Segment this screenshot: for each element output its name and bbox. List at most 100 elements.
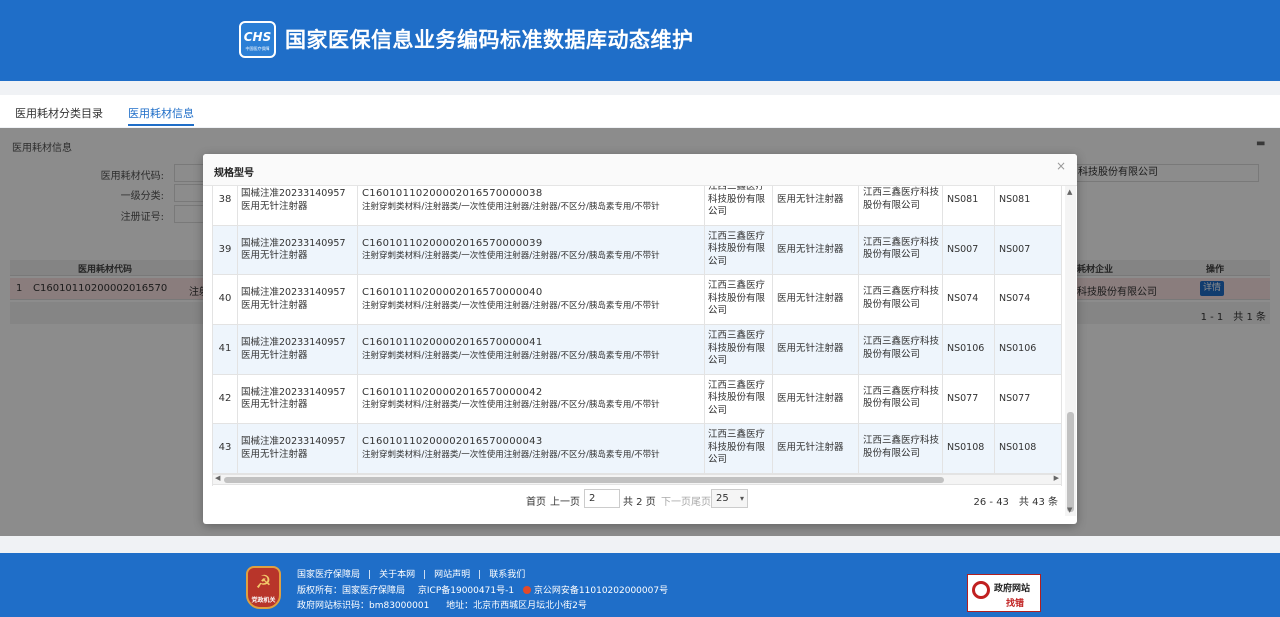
footer-link-nhsa[interactable]: 国家医疗保障局: [297, 570, 360, 580]
consumable-code-cell: C16010110200002016570000042 注射穿刺类材料/注射器类/…: [358, 374, 705, 424]
site-id-text: 政府网站标识码：bm83000001: [297, 601, 430, 611]
registration-product-name: 医用无针注射器: [241, 250, 308, 262]
manufacturer: 江西三鑫医疗科技股份有限公司: [859, 275, 943, 325]
table-row[interactable]: 40 国械注准20233140957 医用无针注射器 C160101102000020…: [213, 275, 1061, 326]
registration-number: 国械注准20233140957: [241, 436, 346, 448]
product-name: 医用无针注射器: [773, 186, 859, 225]
horizontal-scroll-thumb[interactable]: [224, 477, 944, 483]
product-name: 医用无针注射器: [773, 374, 859, 424]
scroll-up-icon[interactable]: ▲: [1067, 188, 1072, 196]
tab-bar: 医用耗材分类目录 医用耗材信息: [0, 95, 1280, 127]
page-number-input[interactable]: 2: [584, 489, 620, 508]
row-number: 42: [213, 374, 238, 424]
police-badge-icon: [522, 586, 531, 594]
classification-path: 注射穿刺类材料/注射器类/一次性使用注射器/注射器/不区分/胰岛素专用/不带针: [362, 251, 660, 262]
dialog-title: 规格型号: [214, 168, 254, 179]
consumable-code-cell: C16010110200002016570000038 注射穿刺类材料/注射器类/…: [358, 186, 705, 225]
close-icon[interactable]: ×: [1056, 159, 1066, 173]
horizontal-scrollbar[interactable]: ◀ ▶: [212, 474, 1062, 485]
copyright-text: 版权所有：国家医疗保障局: [297, 586, 406, 596]
scroll-right-icon[interactable]: ▶: [1054, 474, 1059, 482]
page-size-value: 25: [716, 493, 729, 504]
logo-text: CHS: [243, 30, 272, 44]
registration-product-name: 医用无针注射器: [241, 399, 308, 411]
tab-consumable-info[interactable]: 医用耗材信息: [128, 105, 194, 126]
registration-cell: 国械注准20233140957 医用无针注射器: [238, 424, 358, 474]
registrant-company: 江西三鑫医疗科技股份有限公司: [705, 374, 773, 424]
table-row[interactable]: 42 国械注准20233140957 医用无针注射器 C160101102000020…: [213, 374, 1061, 425]
row-number: 38: [213, 186, 238, 225]
gov-badge-line1: 政府网站: [994, 584, 1031, 594]
classification-path: 注射穿刺类材料/注射器类/一次性使用注射器/注射器/不区分/胰岛素专用/不带针: [362, 449, 660, 460]
row-number: 39: [213, 225, 238, 275]
table-row[interactable]: 39 国械注准20233140957 医用无针注射器 C160101102000020…: [213, 225, 1061, 276]
tab-consumable-catalog[interactable]: 医用耗材分类目录: [15, 105, 103, 121]
icp-link[interactable]: 京ICP备19000471号-1: [418, 586, 514, 596]
registrant-company: 江西三鑫医疗科技股份有限公司: [705, 325, 773, 375]
dialog-header: 规格型号 ×: [203, 154, 1077, 186]
classification-path: 注射穿刺类材料/注射器类/一次性使用注射器/注射器/不区分/胰岛素专用/不带针: [362, 400, 660, 411]
consumable-code-cell: C16010110200002016570000041 注射穿刺类材料/注射器类/…: [358, 325, 705, 375]
party-emblem-icon[interactable]: ☭ 党政机关: [246, 566, 281, 609]
footer-link-about[interactable]: 关于本网: [379, 570, 415, 580]
consumable-code: C16010110200002016570000039: [362, 237, 543, 249]
footer-link-contact[interactable]: 联系我们: [489, 570, 525, 580]
spec: NS074: [943, 275, 995, 325]
classification-path: 注射穿刺类材料/注射器类/一次性使用注射器/注射器/不区分/胰岛素专用/不带针: [362, 201, 660, 212]
model: NS077: [999, 392, 1031, 404]
site-title: 国家医保信息业务编码标准数据库动态维护: [285, 28, 694, 52]
pagination: 首页 上一页 2 共 2 页 下一页 尾页 25 ▾ 26 - 43 共 43 …: [212, 487, 1062, 511]
registrant-company: 江西三鑫医疗科技股份有限公司: [705, 424, 773, 474]
row-number: 40: [213, 275, 238, 325]
product-name: 医用无针注射器: [773, 424, 859, 474]
consumable-code: C16010110200002016570000042: [362, 386, 543, 398]
model: NS007: [999, 243, 1031, 255]
page-size-select[interactable]: 25 ▾: [711, 489, 748, 508]
last-page-link[interactable]: 尾页: [691, 493, 711, 508]
manufacturer: 江西三鑫医疗科技股份有限公司: [859, 424, 943, 474]
spec-model-dialog: 规格型号 × 38 国械注准20233140957 医用无针注射器 C16010110…: [203, 154, 1077, 524]
consumable-code: C16010110200002016570000040: [362, 287, 543, 299]
consumable-code-cell: C16010110200002016570000043 注射穿刺类材料/注射器类/…: [358, 424, 705, 474]
consumable-code: C16010110200002016570000038: [362, 188, 543, 199]
prev-page-link[interactable]: 上一页: [550, 493, 580, 508]
row-number: 43: [213, 424, 238, 474]
registration-number: 国械注准20233140957: [241, 188, 346, 199]
table-row[interactable]: 43 国械注准20233140957 医用无针注射器 C160101102000020…: [213, 424, 1061, 475]
classification-path: 注射穿刺类材料/注射器类/一次性使用注射器/注射器/不区分/胰岛素专用/不带针: [362, 350, 660, 361]
chs-logo[interactable]: CHS 中国医疗保障: [239, 21, 276, 58]
footer-link-statement[interactable]: 网站声明: [434, 570, 470, 580]
gov-badge-line2: 找错: [1006, 599, 1025, 609]
registration-cell: 国械注准20233140957 医用无针注射器: [238, 325, 358, 375]
table-row[interactable]: 41 国械注准20233140957 医用无针注射器 C160101102000020…: [213, 325, 1061, 375]
total-pages: 共 2 页: [623, 497, 656, 508]
product-name: 医用无针注射器: [773, 325, 859, 375]
emblem-label: 党政机关: [251, 597, 276, 604]
vertical-scroll-thumb[interactable]: [1067, 412, 1074, 512]
logo-subtext: 中国医疗保障: [245, 46, 270, 52]
registration-product-name: 医用无针注射器: [241, 349, 308, 361]
gov-site-error-report-button[interactable]: 政府网站 找错: [967, 574, 1041, 612]
spec-table-body: 38 国械注准20233140957 医用无针注射器 C160101102000020…: [213, 186, 1061, 475]
consumable-code-cell: C16010110200002016570000039 注射穿刺类材料/注射器类/…: [358, 225, 705, 275]
next-page-link[interactable]: 下一页: [661, 493, 691, 508]
product-name: 医用无针注射器: [773, 275, 859, 325]
model: NS0106: [999, 343, 1037, 355]
scroll-left-icon[interactable]: ◀: [215, 474, 220, 482]
classification-path: 注射穿刺类材料/注射器类/一次性使用注射器/注射器/不区分/胰岛素专用/不带针: [362, 300, 660, 311]
registration-cell: 国械注准20233140957 医用无针注射器: [238, 225, 358, 275]
first-page-link[interactable]: 首页: [526, 493, 546, 508]
spec: NS007: [943, 225, 995, 275]
site-header: CHS 中国医疗保障 国家医保信息业务编码标准数据库动态维护: [0, 0, 1280, 81]
model: NS081: [999, 194, 1031, 205]
table-row[interactable]: 38 国械注准20233140957 医用无针注射器 C160101102000020…: [213, 186, 1061, 226]
spec: NS0106: [943, 325, 995, 375]
vertical-scrollbar[interactable]: ▲ ▼: [1065, 186, 1076, 516]
registrant-company: 江西三鑫医疗科技股份有限公司: [705, 275, 773, 325]
consumable-code: C16010110200002016570000041: [362, 337, 543, 349]
address-text: 地址：北京市西城区月坛北小街2号: [446, 601, 587, 611]
scroll-down-icon[interactable]: ▼: [1067, 506, 1072, 514]
spec: NS077: [943, 374, 995, 424]
registrant-company: 江西三鑫医疗科技股份有限公司: [705, 225, 773, 275]
police-record-link[interactable]: 京公网安备11010202000007号: [534, 586, 668, 596]
